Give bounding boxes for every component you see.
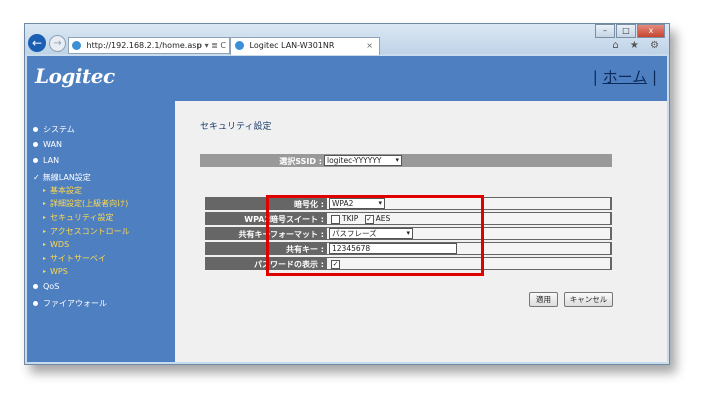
sidebar-item-lan[interactable]: LAN: [33, 156, 59, 165]
page-header: Logitec | ホーム |: [27, 56, 667, 101]
sidebar-item-qos[interactable]: QoS: [33, 282, 59, 291]
arrow-right-icon: ▸: [43, 187, 47, 194]
minimize-button[interactable]: –: [595, 24, 615, 38]
close-button[interactable]: x: [637, 24, 665, 38]
sidebar-item-wan[interactable]: WAN: [33, 140, 62, 149]
main-content: セキュリティ設定 選択SSID : logitec-YYYYYY ▾ 暗号化 : …: [175, 101, 667, 362]
sidebar-subitem-advanced[interactable]: ▸ 詳細設定(上級者向け): [43, 198, 128, 209]
ssid-row: 選択SSID : logitec-YYYYYY ▾: [200, 154, 612, 167]
sidebar-item-wireless[interactable]: ✓ 無線LAN設定: [33, 172, 91, 183]
arrow-right-icon: ▸: [43, 214, 47, 221]
cancel-button[interactable]: キャンセル: [564, 292, 613, 307]
logitec-logo: Logitec: [35, 64, 115, 88]
arrow-right-icon: ▸: [43, 255, 47, 262]
bullet-icon: [33, 127, 38, 132]
home-link[interactable]: ホーム: [603, 68, 648, 86]
window-controls: – □ x: [594, 24, 665, 38]
pipe-right: |: [651, 68, 657, 86]
sidebar-subitem-wps[interactable]: ▸ WPS: [43, 267, 68, 276]
back-button[interactable]: ←: [28, 34, 46, 52]
chevron-down-icon: ▾: [395, 156, 399, 164]
bullet-icon: [33, 301, 38, 306]
site-favicon-icon: [72, 41, 81, 50]
checkmark-icon: ✓: [33, 173, 40, 182]
sidebar-subitem-access-control[interactable]: ▸ アクセスコントロール: [43, 226, 130, 237]
tab-title: Logitec LAN-W301NR: [249, 41, 335, 50]
sidebar-subitem-security[interactable]: ▸ セキュリティ設定: [43, 212, 114, 223]
ssid-value-cell: logitec-YYYYYY ▾: [322, 155, 610, 166]
address-tools[interactable]: ρ ▾ ≣ C: [197, 38, 226, 53]
home-nav: | ホーム |: [593, 66, 657, 87]
arrow-right-icon: ▸: [43, 241, 47, 248]
tab-favicon-icon: [235, 41, 244, 50]
bullet-icon: [33, 142, 38, 147]
sidebar-subitem-wds[interactable]: ▸ WDS: [43, 240, 69, 249]
apply-button[interactable]: 適用: [529, 292, 558, 307]
page-title: セキュリティ設定: [200, 122, 272, 132]
maximize-button[interactable]: □: [616, 24, 636, 38]
sidebar-item-firewall[interactable]: ファイアウォール: [33, 298, 107, 309]
sidebar-item-system[interactable]: システム: [33, 124, 75, 135]
ssid-select[interactable]: logitec-YYYYYY ▾: [324, 155, 402, 166]
forward-button[interactable]: →: [49, 35, 66, 52]
tab-close-icon[interactable]: ×: [366, 38, 373, 54]
bullet-icon: [33, 158, 38, 163]
sidebar-subitem-basic[interactable]: ▸ 基本設定: [43, 185, 82, 196]
arrow-right-icon: ▸: [43, 200, 47, 207]
bullet-icon: [33, 284, 38, 289]
home-favorites-settings-icons[interactable]: ⌂ ★ ⚙: [612, 40, 663, 51]
highlight-box: [266, 195, 484, 276]
browser-titlebar: ← → http://192.168.2.1/home.asp ρ ▾ ≣ C …: [25, 24, 669, 55]
arrow-right-icon: ▸: [43, 228, 47, 235]
tab-logitec[interactable]: Logitec LAN-W301NR ×: [230, 37, 380, 55]
address-text: http://192.168.2.1/home.asp: [86, 41, 202, 50]
sidebar-subitem-site-survey[interactable]: ▸ サイトサーベイ: [43, 253, 106, 264]
pipe-left: |: [592, 68, 598, 86]
ssid-label: 選択SSID :: [279, 157, 322, 166]
address-bar[interactable]: http://192.168.2.1/home.asp ρ ▾ ≣ C: [68, 37, 230, 54]
arrow-right-icon: ▸: [43, 268, 47, 275]
browser-window: ← → http://192.168.2.1/home.asp ρ ▾ ≣ C …: [24, 23, 670, 365]
sidebar: システム WAN LAN ✓ 無線LAN設定 ▸ 基本設定 ▸ 詳細設定(上級者向け)…: [27, 101, 175, 362]
